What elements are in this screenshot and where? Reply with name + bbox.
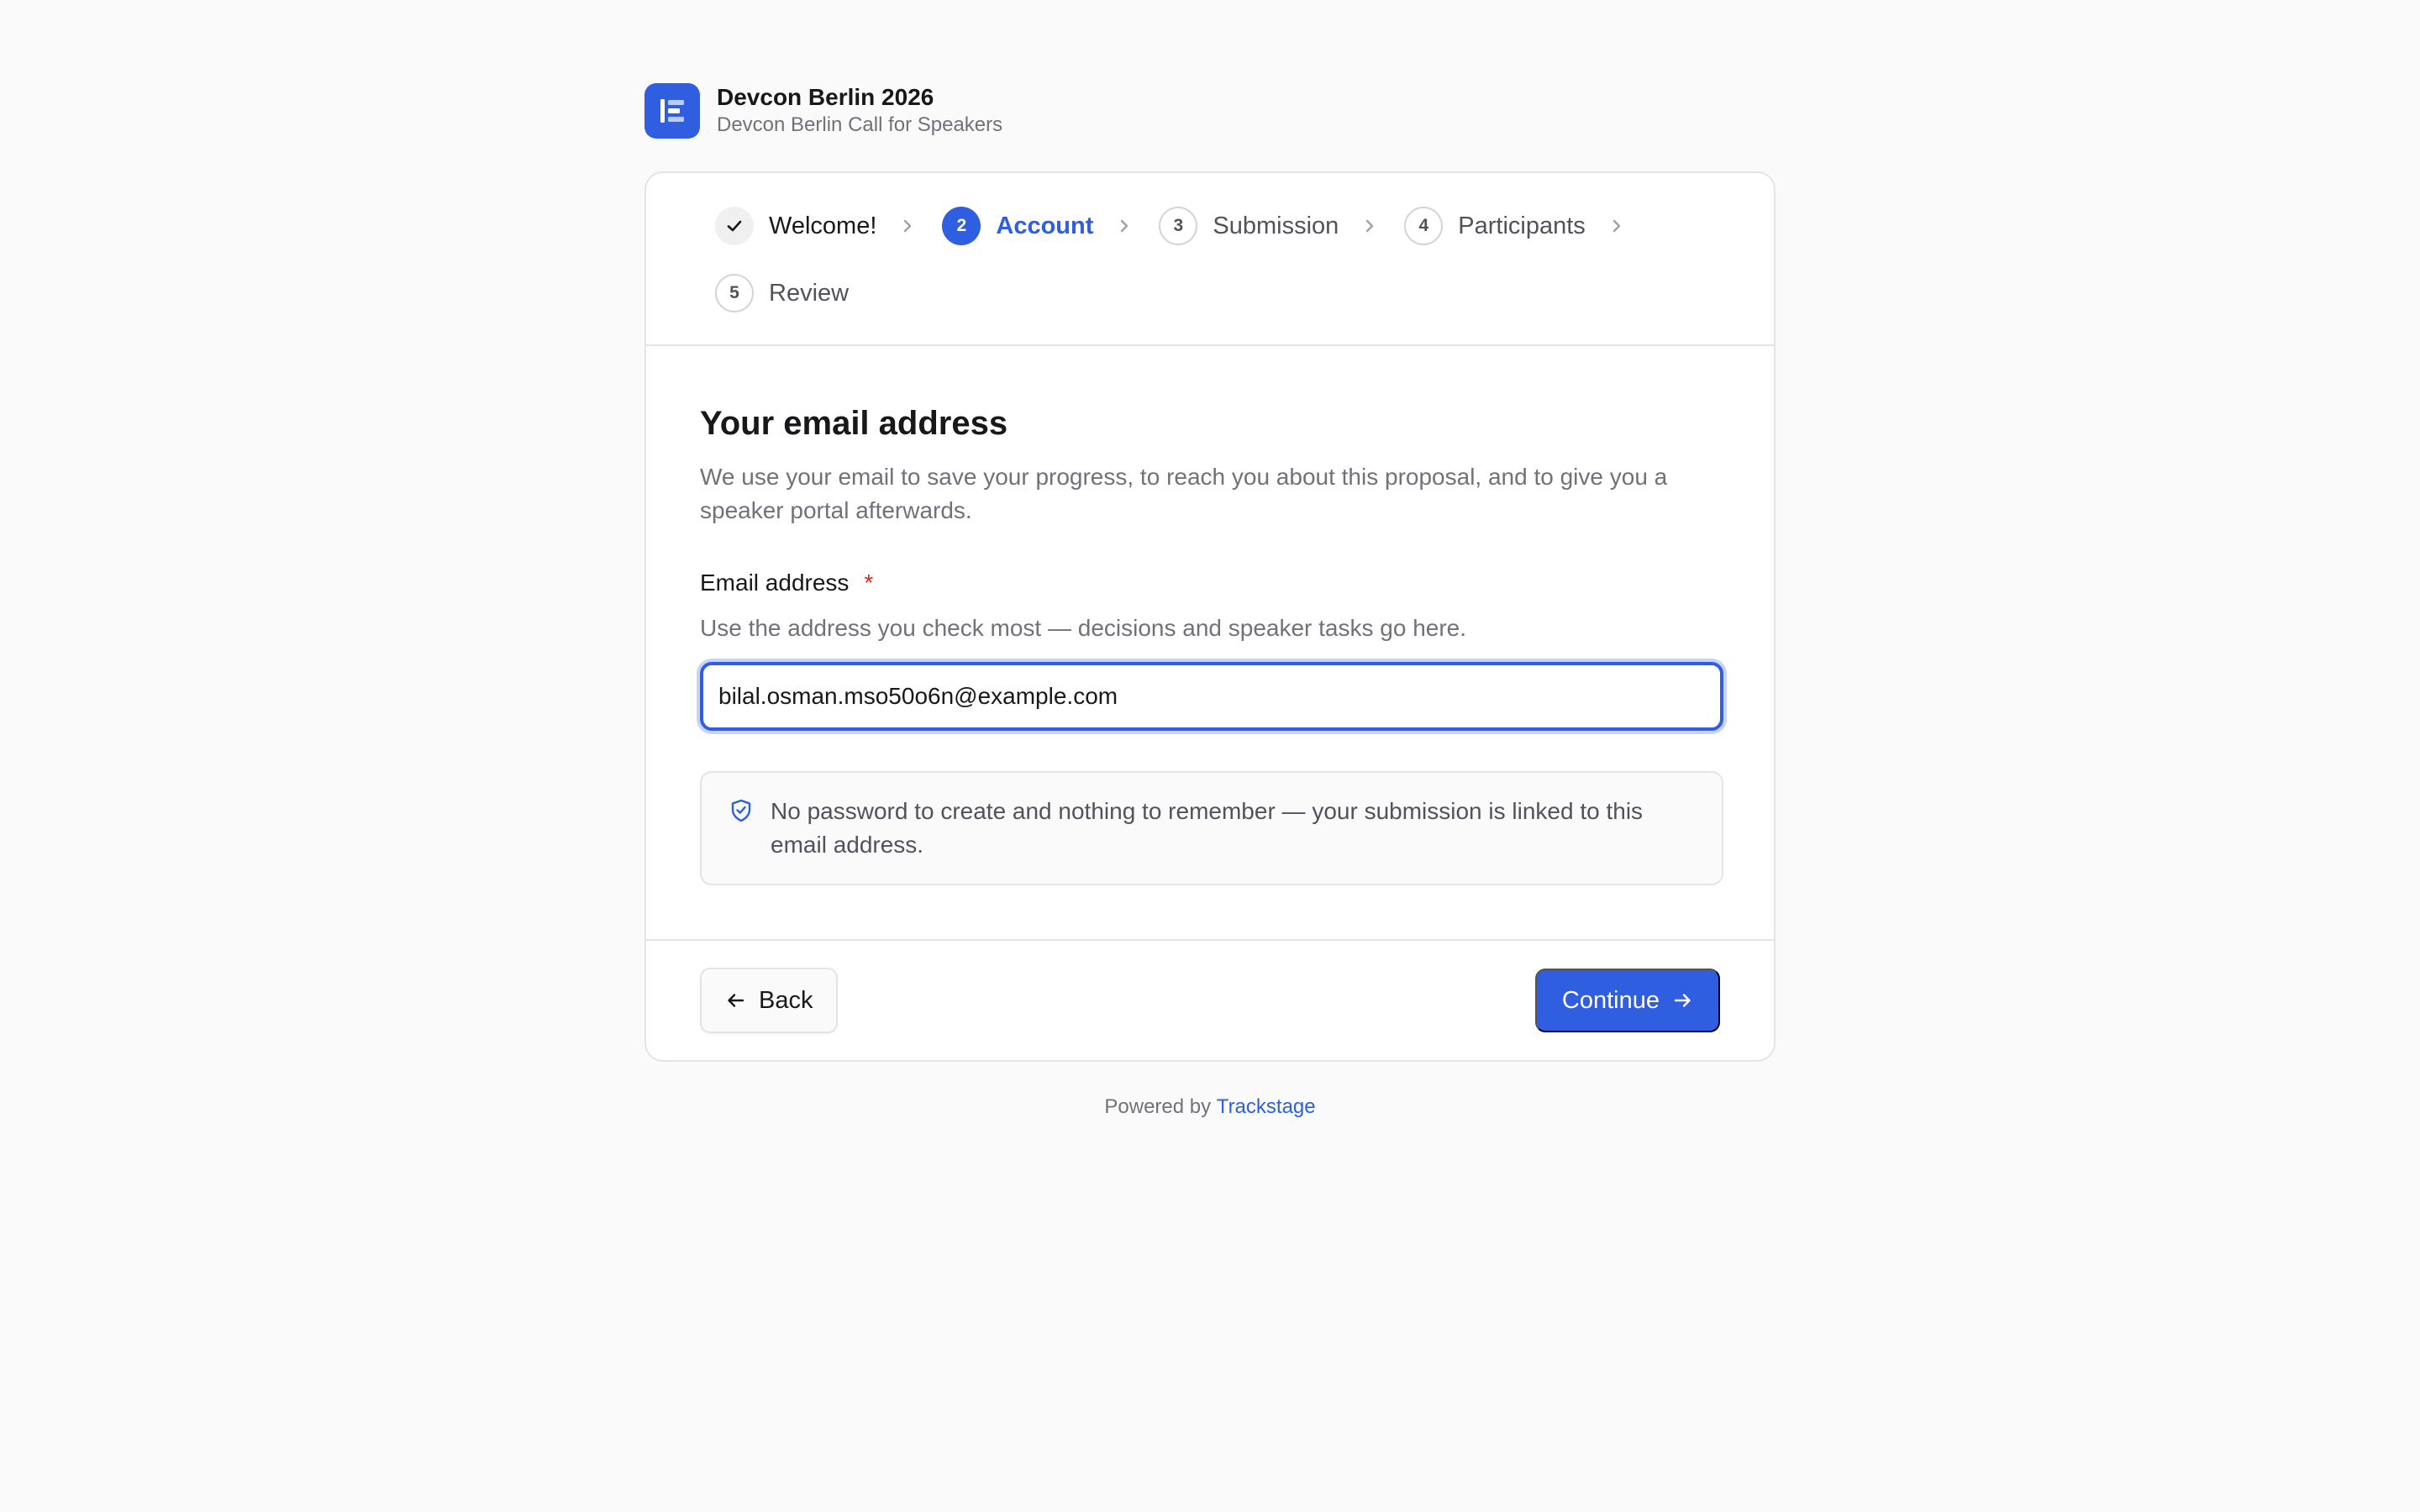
notice-text: No password to create and nothing to rem… bbox=[771, 798, 1644, 858]
required-marker: * bbox=[864, 570, 874, 596]
step-label: Account bbox=[996, 212, 1094, 239]
step-review[interactable]: 5 Review bbox=[715, 274, 849, 312]
org-header: Devcon Berlin 2026 Devcon Berlin Call fo… bbox=[644, 82, 1776, 139]
check-icon bbox=[715, 207, 754, 245]
event-subtitle: Devcon Berlin Call for Speakers bbox=[717, 113, 1003, 136]
shield-check-icon bbox=[729, 798, 754, 823]
event-title: Devcon Berlin 2026 bbox=[717, 84, 934, 110]
info-notice: No password to create and nothing to rem… bbox=[700, 771, 1723, 885]
back-label: Back bbox=[759, 986, 813, 1014]
powered-prefix: Powered by bbox=[1104, 1095, 1212, 1118]
trackstage-link[interactable]: Trackstage bbox=[1217, 1095, 1316, 1118]
powered-by: Powered by Trackstage bbox=[644, 1095, 1776, 1119]
step-submission[interactable]: 3 Submission bbox=[1159, 207, 1404, 245]
chevron-right-icon bbox=[1364, 218, 1376, 234]
step-welcome[interactable]: Welcome! bbox=[715, 207, 942, 245]
chevron-right-icon bbox=[1611, 218, 1623, 234]
step-label: Review bbox=[769, 279, 850, 307]
arrow-left-icon bbox=[728, 994, 744, 1007]
page-container: Devcon Berlin 2026 Devcon Berlin Call fo… bbox=[644, 82, 1776, 1119]
step-participants[interactable]: 4 Participants bbox=[1404, 207, 1651, 245]
email-label-row: Email address * bbox=[700, 570, 1720, 596]
step-account[interactable]: 2 Account bbox=[942, 207, 1159, 245]
section-description: We use your email to save your progress,… bbox=[700, 464, 1668, 523]
continue-label: Continue bbox=[1561, 986, 1660, 1014]
step-number: 4 bbox=[1404, 207, 1444, 245]
step-label: Participants bbox=[1458, 212, 1586, 239]
email-field[interactable] bbox=[700, 662, 1723, 731]
arrow-right-icon bbox=[1674, 994, 1691, 1007]
chevron-right-icon bbox=[1118, 218, 1130, 234]
continue-button[interactable]: Continue bbox=[1534, 969, 1720, 1032]
stepper: Welcome! 2 Account 3 Submission 4 Partic… bbox=[646, 173, 1774, 346]
form-card: Welcome! 2 Account 3 Submission 4 Partic… bbox=[644, 171, 1776, 1062]
step-label: Welcome! bbox=[769, 212, 877, 239]
form-footer: Back Continue bbox=[646, 941, 1774, 1060]
form-body: Your email address We use your email to … bbox=[646, 346, 1774, 941]
step-number: 5 bbox=[715, 274, 754, 312]
back-button[interactable]: Back bbox=[700, 968, 839, 1033]
section-heading: Your email address bbox=[700, 405, 1008, 442]
event-logo-icon bbox=[644, 83, 700, 139]
step-number: 3 bbox=[1159, 207, 1198, 245]
email-hint: Use the address you check most — decisio… bbox=[700, 615, 1467, 641]
step-number: 2 bbox=[942, 207, 981, 245]
email-label: Email address bbox=[700, 570, 850, 596]
step-label: Submission bbox=[1213, 212, 1339, 239]
chevron-right-icon bbox=[902, 218, 913, 234]
